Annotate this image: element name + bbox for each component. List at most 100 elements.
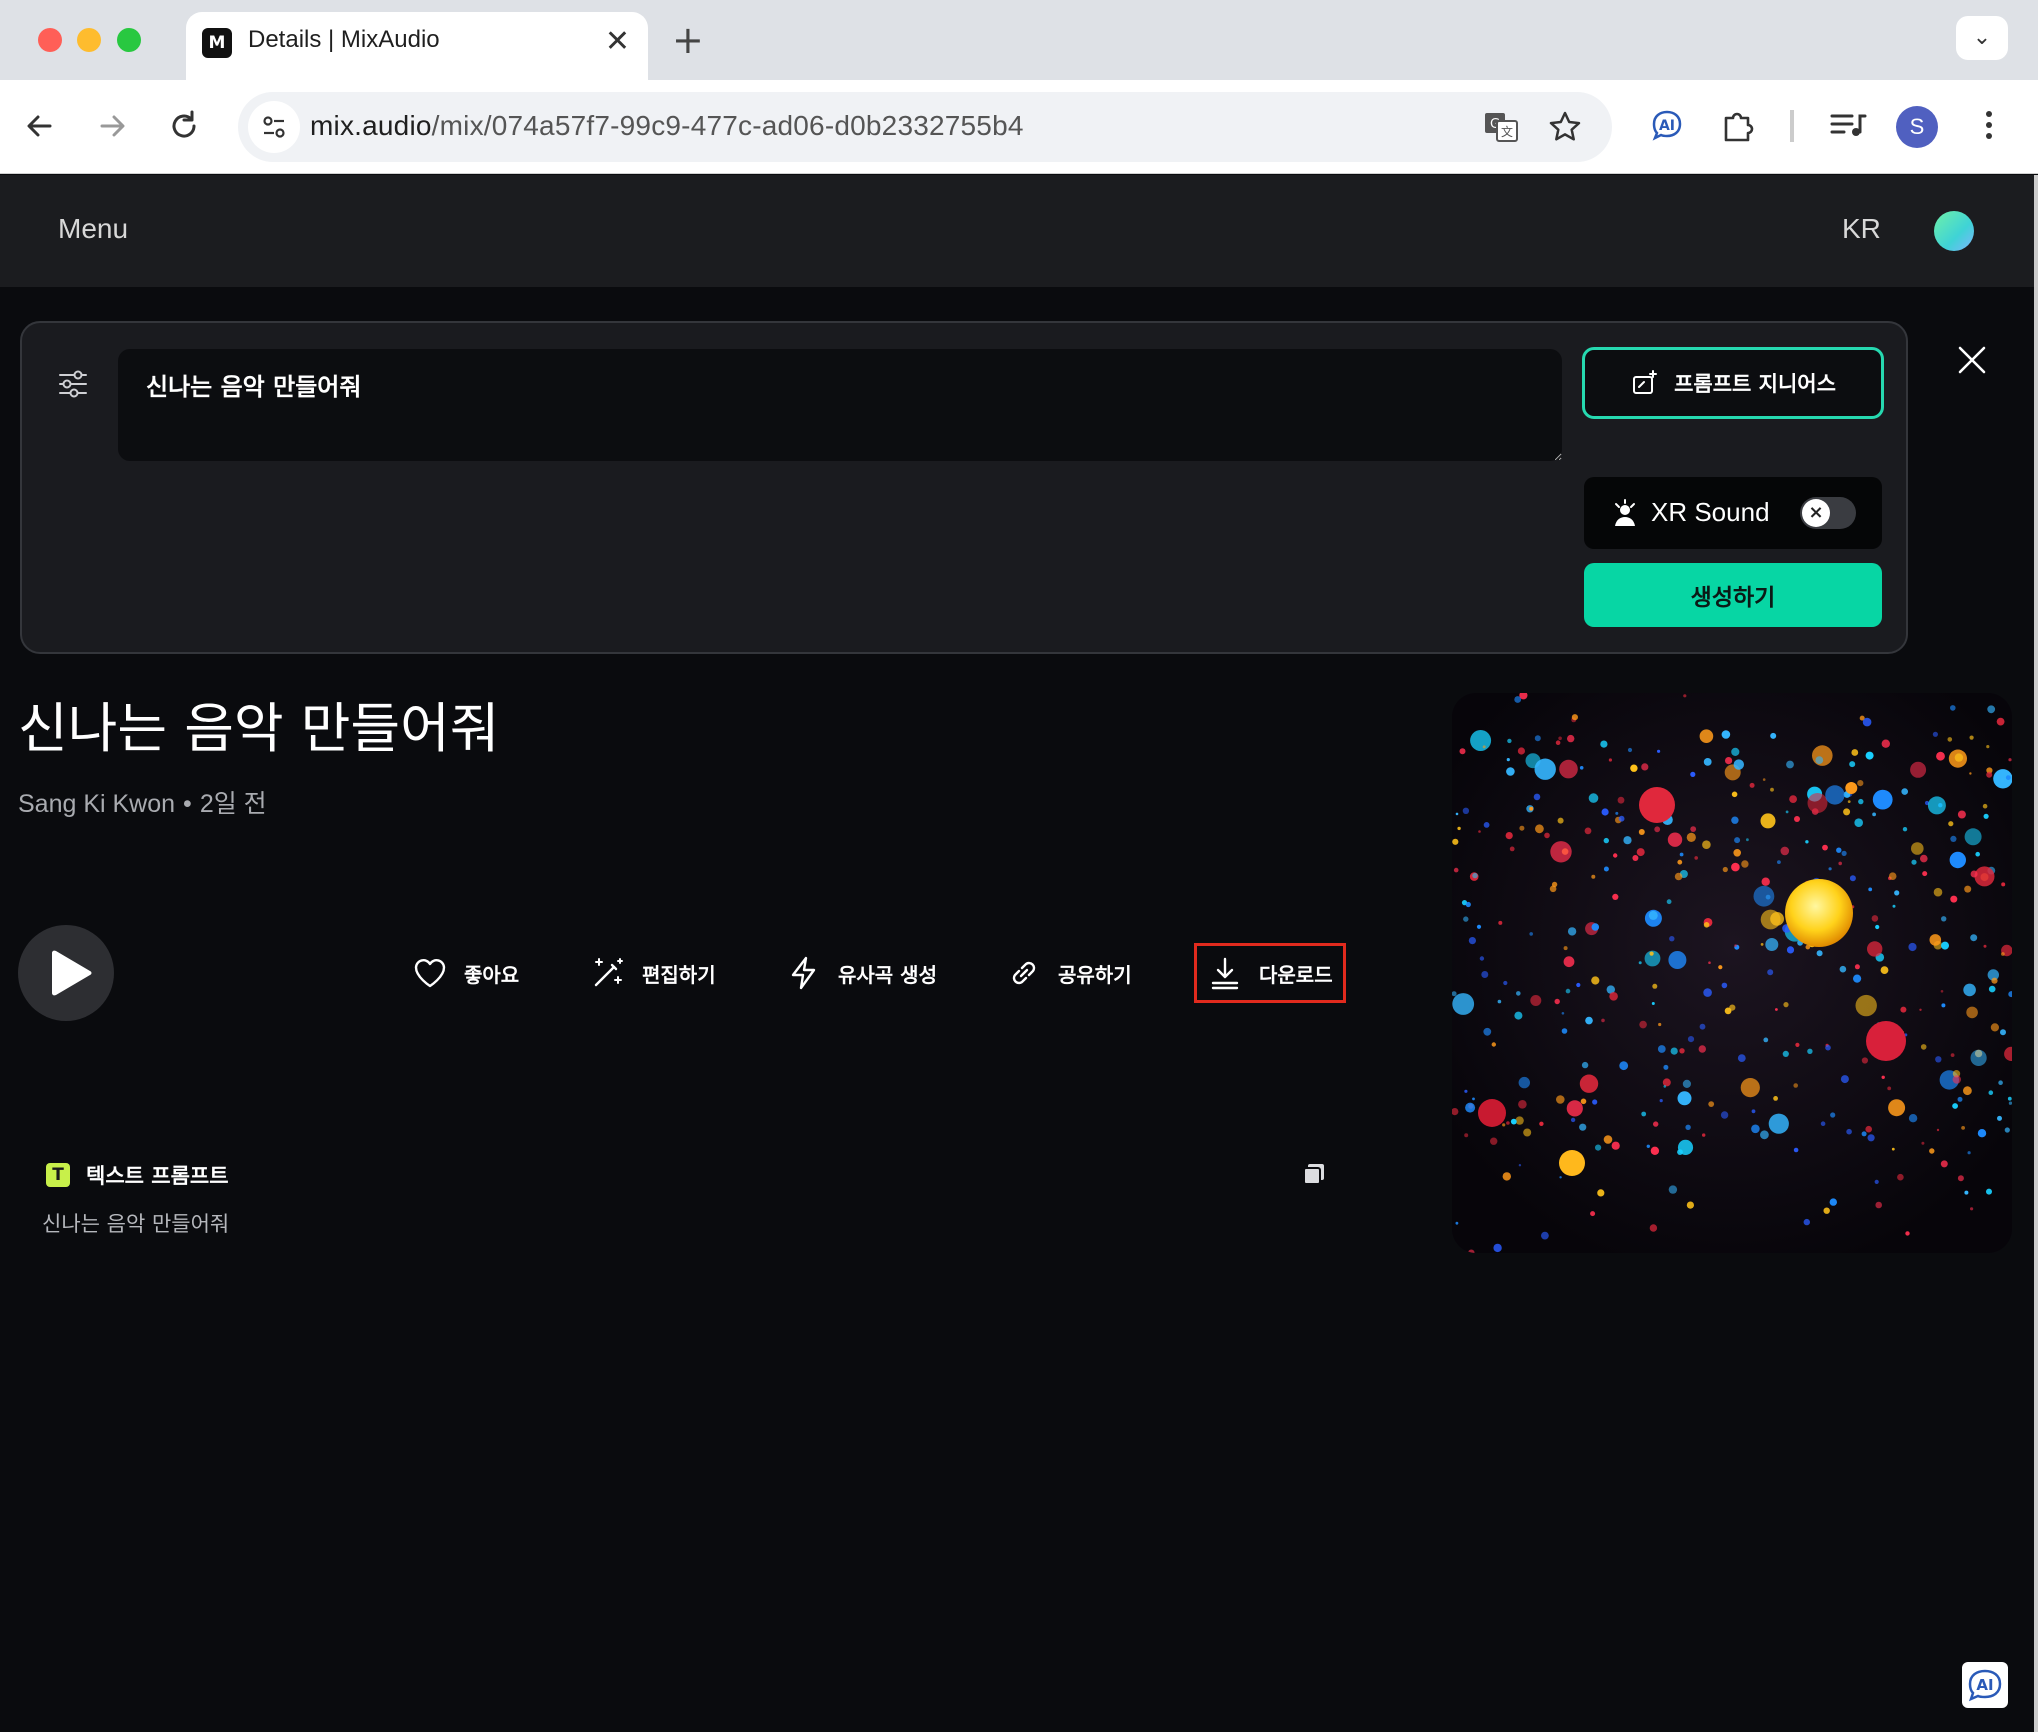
cover-light-dot	[1603, 866, 1609, 872]
browser-tab-active[interactable]: M Details | MixAudio ✕	[186, 12, 648, 80]
cover-light-dot	[1481, 971, 1489, 978]
svg-text:AI: AI	[1976, 1676, 1993, 1694]
share-button[interactable]: 공유하기	[1006, 950, 1132, 996]
window-minimize-button[interactable]	[77, 28, 101, 52]
like-button[interactable]: 좋아요	[412, 950, 519, 996]
language-button[interactable]: KR	[1842, 213, 1881, 245]
cover-light-dot	[1662, 1078, 1671, 1087]
forward-arrow-icon[interactable]	[92, 106, 132, 146]
address-bar[interactable]: mix.audio/mix/074a57f7-99c9-477c-ad06-d0…	[238, 92, 1612, 162]
cover-light-dot	[1595, 1144, 1602, 1151]
cover-light-dot	[1533, 793, 1541, 801]
ai-assistant-floating-icon[interactable]: AI	[1962, 1662, 2008, 1708]
translate-icon[interactable]: G文	[1482, 108, 1520, 146]
window-maximize-button[interactable]	[117, 28, 141, 52]
cover-light-dot	[1963, 1086, 1972, 1096]
cover-light-dot	[1559, 759, 1578, 779]
cover-light-dot	[1872, 789, 1893, 810]
tab-close-icon[interactable]: ✕	[605, 24, 630, 59]
cover-light-dot	[1534, 735, 1541, 742]
cover-light-dot	[1921, 1141, 1925, 1145]
cover-light-dot	[1841, 850, 1847, 856]
cover-light-dot	[1576, 982, 1581, 988]
cover-light-dot	[1648, 910, 1658, 920]
download-button[interactable]: 다운로드	[1194, 943, 1346, 1003]
cover-light-dot	[1588, 793, 1599, 803]
window-close-button[interactable]	[38, 28, 62, 52]
cover-light-dot	[1523, 1128, 1532, 1137]
new-tab-plus-icon[interactable]: +	[672, 18, 704, 62]
heart-icon	[414, 959, 446, 988]
edit-button[interactable]: 편집하기	[590, 950, 716, 996]
user-avatar[interactable]	[1934, 211, 1974, 251]
cover-light-dot	[1887, 1086, 1892, 1091]
cover-light-dot	[1482, 745, 1486, 749]
site-info-tune-icon[interactable]	[248, 101, 300, 153]
page-scrollbar[interactable]	[2034, 175, 2038, 1732]
cover-light-dot	[1535, 824, 1544, 834]
cover-light-dot	[1566, 1100, 1583, 1117]
prompt-genius-button[interactable]: 프롬프트 지니어스	[1582, 347, 1884, 419]
cover-light-dot	[1952, 1075, 1961, 1084]
cover-light-dot	[1690, 771, 1696, 777]
cover-light-dot	[1782, 1050, 1789, 1057]
cover-light-dot	[1793, 1083, 1798, 1088]
filter-icon[interactable]	[56, 367, 90, 401]
cover-light-dot	[1725, 757, 1733, 765]
cover-light-dot	[1554, 998, 1560, 1005]
cover-light-dot	[1950, 895, 1958, 903]
album-cover-image	[1452, 693, 2012, 1253]
cover-light-dot	[1868, 887, 1873, 892]
similar-song-button[interactable]: 유사곡 생성	[786, 950, 937, 996]
cover-light-dot	[1699, 729, 1714, 743]
generate-button[interactable]: 생성하기	[1584, 563, 1882, 627]
profile-avatar[interactable]: S	[1896, 106, 1938, 148]
cover-light-dot	[1760, 1130, 1769, 1140]
cover-light-dot	[1519, 825, 1525, 831]
cover-light-dot	[1649, 1224, 1658, 1232]
cover-light-dot	[1888, 872, 1897, 880]
text-prompt-badge-icon: T	[46, 1163, 70, 1187]
edit-label: 편집하기	[642, 962, 716, 987]
copy-icon[interactable]	[1300, 1160, 1328, 1188]
cover-light-dot	[1652, 983, 1658, 989]
cover-light-dot	[1686, 1201, 1694, 1209]
cover-light-dot	[1839, 965, 1847, 973]
cover-light-dot	[1974, 866, 1995, 887]
more-vertical-icon[interactable]	[1968, 104, 2010, 146]
xr-sound-toggle[interactable]: ×	[1800, 497, 1856, 529]
bookmark-star-icon[interactable]	[1546, 108, 1584, 146]
cover-light-dot	[1472, 872, 1478, 879]
ai-extension-icon[interactable]: AI	[1646, 104, 1688, 146]
cover-light-dot	[1950, 835, 1957, 842]
cover-light-dot	[1518, 1076, 1530, 1089]
cover-light-dot	[1490, 1137, 1498, 1145]
cover-light-dot	[1510, 1118, 1517, 1125]
back-arrow-icon[interactable]	[20, 106, 60, 146]
cover-light-dot	[1591, 923, 1600, 931]
cover-light-dot	[1462, 807, 1470, 814]
prompt-input[interactable]	[118, 349, 1562, 461]
play-button[interactable]	[18, 925, 114, 1021]
extensions-puzzle-icon[interactable]	[1718, 104, 1760, 146]
cover-light-dot	[1855, 994, 1877, 1017]
menu-button[interactable]: Menu	[58, 213, 128, 245]
tab-search-chevron-down-icon[interactable]: ⌄	[1956, 16, 2008, 60]
cover-light-dot	[1646, 1144, 1650, 1148]
text-prompt-value: 신나는 음악 만들어줘	[42, 1212, 230, 1236]
cover-light-dot	[1911, 842, 1924, 855]
cover-light-dot	[1565, 988, 1571, 994]
cover-light-dot	[1902, 827, 1908, 832]
cover-light-dot	[1679, 1048, 1685, 1054]
cover-light-dot	[1867, 941, 1883, 957]
cover-light-dot	[1534, 758, 1556, 780]
cover-light-dot	[1630, 764, 1638, 772]
media-queue-icon[interactable]	[1826, 104, 1868, 146]
song-author[interactable]: Sang Ki Kwon	[18, 790, 175, 818]
cover-light-dot	[1638, 829, 1645, 835]
reload-icon[interactable]	[164, 106, 204, 146]
cover-art-graphic	[1452, 693, 2012, 1253]
close-icon[interactable]	[1954, 342, 1990, 378]
cover-light-dot	[1663, 1064, 1669, 1070]
cover-light-dot	[1514, 696, 1522, 703]
